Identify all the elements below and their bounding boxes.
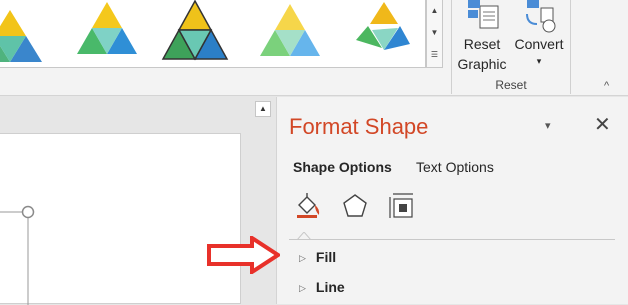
reset-graphic-label-1: Reset [463,36,501,52]
reset-group-label: Reset [495,78,527,92]
style-thumbnail-2[interactable] [72,0,142,62]
tab-text-options[interactable]: Text Options [416,159,494,175]
reset-graphic-button[interactable]: Reset Graphic [452,0,512,74]
gallery-scroll-down-icon[interactable]: ▼ [427,22,442,44]
fill-line-icon[interactable] [293,191,323,221]
close-icon[interactable]: ✕ [594,112,611,137]
section-fill[interactable]: ▷ Fill [299,249,336,265]
slide-canvas[interactable] [0,133,241,305]
tab-shape-options[interactable]: Shape Options [293,159,392,175]
section-line-label: Line [315,279,345,295]
selected-shape-outline[interactable] [0,134,60,305]
convert-dropdown-icon[interactable]: ▾ [510,54,568,68]
convert-label: Convert [514,36,564,52]
gallery-scroll-up-icon[interactable]: ▲ [427,0,442,22]
section-line[interactable]: ▷ Line [299,279,345,295]
style-thumbnail-4[interactable] [255,0,325,62]
annotation-arrow-icon [207,236,280,274]
pane-title: Format Shape [289,114,429,139]
reset-graphic-icon [468,0,499,29]
style-thumbnail-1[interactable] [0,0,70,62]
reset-graphic-label-2: Graphic [457,56,507,72]
ribbon-group-divider-2 [570,0,571,94]
style-thumbnail-3[interactable] [160,0,230,62]
gallery-scrollbar: ▲ ▼ ☰ [426,0,443,68]
resize-handle-icon [21,205,35,219]
convert-button[interactable]: Convert ▾ [510,0,568,68]
ribbon: ▲ ▼ ☰ Reset Graphic Convert ▾ Reset ^ [0,0,628,96]
pane-separator [289,239,615,240]
scroll-up-icon[interactable]: ▲ [255,101,271,117]
gallery-more-icon[interactable]: ☰ [427,44,442,66]
expand-triangle-icon: ▷ [299,283,306,293]
section-fill-label: Fill [315,249,337,265]
effects-pentagon-icon[interactable] [340,191,370,221]
pane-options-dropdown-icon[interactable]: ▾ [545,119,551,132]
collapse-ribbon-icon[interactable]: ^ [604,80,609,92]
style-thumbnail-5[interactable] [346,0,416,62]
smartart-styles-gallery [0,0,426,68]
size-properties-icon[interactable] [387,191,417,221]
convert-icon [526,0,556,33]
expand-triangle-icon: ▷ [299,253,306,263]
format-shape-pane: Format Shape ▾ ✕ Shape Options Text Opti… [276,97,628,304]
